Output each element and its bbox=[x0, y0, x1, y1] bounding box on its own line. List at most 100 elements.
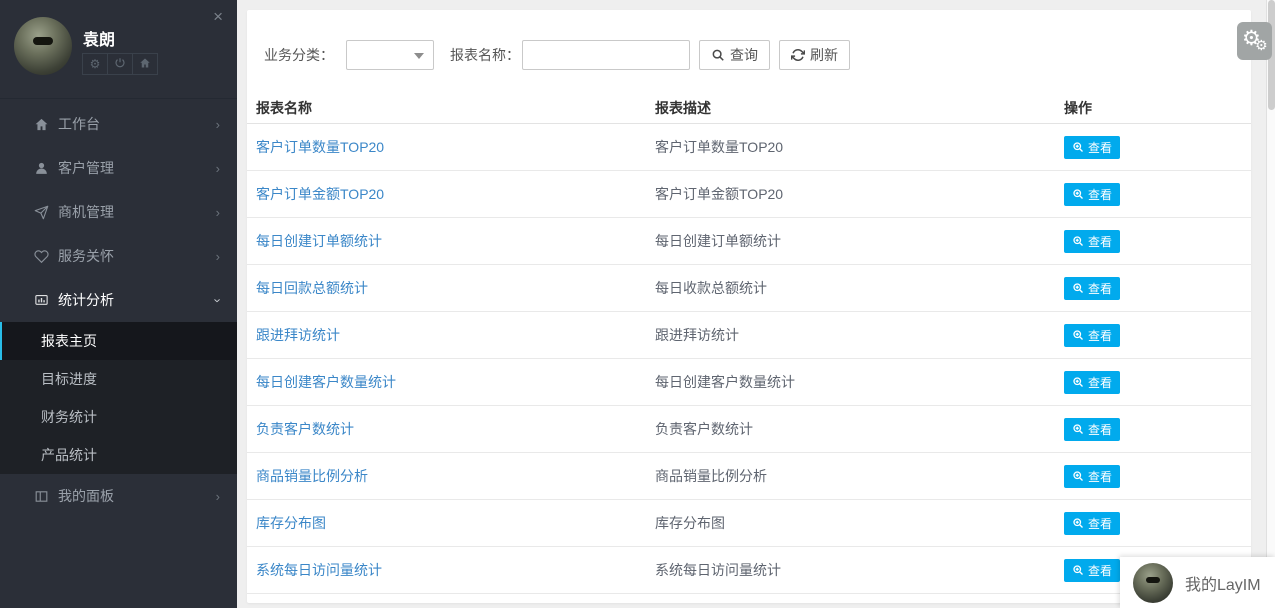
report-link[interactable]: 跟进拜访统计 bbox=[256, 325, 655, 345]
view-button[interactable]: 查看 bbox=[1064, 324, 1120, 347]
zoom-in-icon bbox=[1072, 141, 1084, 153]
gear-icon: ⚙ bbox=[90, 57, 101, 71]
chevron-right-icon: › bbox=[216, 249, 220, 264]
table-row: 负责客户数统计 负责客户数统计 查看 bbox=[247, 406, 1251, 453]
profile-button-group: ⚙ bbox=[83, 53, 158, 75]
view-button-label: 查看 bbox=[1088, 515, 1112, 532]
report-card: 业务分类： 报表名称： 查询 刷新 bbox=[247, 10, 1251, 603]
view-button[interactable]: 查看 bbox=[1064, 418, 1120, 441]
chevron-right-icon: › bbox=[216, 117, 220, 132]
table-row: 每日回款总额统计 每日收款总额统计 查看 bbox=[247, 265, 1251, 312]
sidebar-item-service-care[interactable]: 服务关怀 › bbox=[0, 234, 237, 278]
submenu-item-label: 目标进度 bbox=[41, 369, 97, 389]
view-button[interactable]: 查看 bbox=[1064, 512, 1120, 535]
user-name: 袁朗 bbox=[83, 26, 115, 50]
report-desc: 库存分布图 bbox=[655, 513, 1064, 533]
report-link[interactable]: 商品销量比例分析 bbox=[256, 466, 655, 486]
view-button[interactable]: 查看 bbox=[1064, 559, 1120, 582]
view-button-label: 查看 bbox=[1088, 327, 1112, 344]
table-header: 报表名称 报表描述 操作 bbox=[247, 92, 1251, 124]
report-desc: 每日收款总额统计 bbox=[655, 278, 1064, 298]
sidebar-item-my-panel[interactable]: 我的面板 › bbox=[0, 474, 237, 518]
sidebar-item-opportunities[interactable]: 商机管理 › bbox=[0, 190, 237, 234]
report-link[interactable]: 库存分布图 bbox=[256, 513, 655, 533]
view-button-label: 查看 bbox=[1088, 233, 1112, 250]
view-button-label: 查看 bbox=[1088, 562, 1112, 579]
submenu-item-label: 产品统计 bbox=[41, 445, 97, 465]
chevron-right-icon: › bbox=[216, 205, 220, 220]
zoom-in-icon bbox=[1072, 564, 1084, 576]
report-link[interactable]: 客户订单金额TOP20 bbox=[256, 184, 655, 204]
send-icon bbox=[33, 204, 50, 221]
sidebar-item-label: 统计分析 bbox=[58, 290, 114, 310]
table-row: 库存分布图 库存分布图 查看 bbox=[247, 500, 1251, 547]
query-button-label: 查询 bbox=[730, 45, 758, 65]
zoom-in-icon bbox=[1072, 517, 1084, 529]
report-desc: 每日创建订单额统计 bbox=[655, 231, 1064, 251]
logout-button[interactable] bbox=[107, 53, 133, 75]
panel-icon bbox=[33, 488, 50, 505]
report-link[interactable]: 系统每日访问量统计 bbox=[256, 560, 655, 580]
layim-label: 我的LayIM bbox=[1185, 571, 1261, 595]
report-name-label: 报表名称： bbox=[450, 45, 520, 65]
report-link[interactable]: 负责客户数统计 bbox=[256, 419, 655, 439]
sidebar-item-finance-stats[interactable]: 财务统计 bbox=[0, 398, 237, 436]
table-row: 跟进拜访统计 跟进拜访统计 查看 bbox=[247, 312, 1251, 359]
submenu-item-label: 报表主页 bbox=[41, 331, 97, 351]
sidebar-item-label: 服务关怀 bbox=[58, 246, 114, 266]
report-link[interactable]: 客户订单数量TOP20 bbox=[256, 137, 655, 157]
report-name-input[interactable] bbox=[522, 40, 690, 70]
chevron-down-icon bbox=[414, 53, 424, 59]
sidebar-item-customers[interactable]: 客户管理 › bbox=[0, 146, 237, 190]
column-header-name: 报表名称 bbox=[256, 98, 655, 118]
zoom-in-icon bbox=[1072, 470, 1084, 482]
sidebar-item-statistics[interactable]: 统计分析 › bbox=[0, 278, 237, 322]
report-link[interactable]: 每日创建订单额统计 bbox=[256, 231, 655, 251]
view-button[interactable]: 查看 bbox=[1064, 136, 1120, 159]
view-button[interactable]: 查看 bbox=[1064, 465, 1120, 488]
home-button[interactable] bbox=[132, 53, 158, 75]
refresh-icon bbox=[791, 48, 805, 62]
category-select[interactable] bbox=[346, 40, 434, 70]
view-button-label: 查看 bbox=[1088, 186, 1112, 203]
power-icon bbox=[114, 57, 126, 72]
sidebar-menu: 工作台 › 客户管理 › 商机管理 › bbox=[0, 99, 237, 518]
view-button-label: 查看 bbox=[1088, 139, 1112, 156]
chevron-right-icon: › bbox=[216, 161, 220, 176]
view-button[interactable]: 查看 bbox=[1064, 371, 1120, 394]
table-row: 商品销量比例分析 商品销量比例分析 查看 bbox=[247, 453, 1251, 500]
page-scrollbar[interactable] bbox=[1266, 0, 1275, 608]
quick-settings-button[interactable]: ⚙ ⚙ bbox=[1237, 22, 1272, 60]
sidebar-item-workbench[interactable]: 工作台 › bbox=[0, 102, 237, 146]
app-window: × 袁朗 ⚙ bbox=[0, 0, 1275, 608]
table-row: 每日创建订单额统计 每日创建订单额统计 查看 bbox=[247, 218, 1251, 265]
report-link[interactable]: 每日回款总额统计 bbox=[256, 278, 655, 298]
zoom-in-icon bbox=[1072, 423, 1084, 435]
report-desc: 客户订单金额TOP20 bbox=[655, 184, 1064, 204]
view-button[interactable]: 查看 bbox=[1064, 183, 1120, 206]
report-desc: 系统每日访问量统计 bbox=[655, 560, 1064, 580]
sidebar-item-product-stats[interactable]: 产品统计 bbox=[0, 436, 237, 474]
chevron-down-icon: › bbox=[210, 298, 225, 302]
settings-button[interactable]: ⚙ bbox=[82, 53, 108, 75]
sidebar-item-report-home[interactable]: 报表主页 bbox=[0, 322, 237, 360]
layim-widget[interactable]: 我的LayIM bbox=[1120, 557, 1275, 608]
view-button[interactable]: 查看 bbox=[1064, 277, 1120, 300]
view-button[interactable]: 查看 bbox=[1064, 230, 1120, 253]
heart-icon bbox=[33, 248, 50, 265]
search-toolbar: 业务分类： 报表名称： 查询 刷新 bbox=[247, 10, 1251, 70]
chevron-right-icon: › bbox=[216, 489, 220, 504]
table-row: 客户订单数量TOP20 客户订单数量TOP20 查看 bbox=[247, 124, 1251, 171]
refresh-button[interactable]: 刷新 bbox=[779, 40, 850, 70]
user-icon bbox=[33, 160, 50, 177]
view-button-label: 查看 bbox=[1088, 421, 1112, 438]
statistics-submenu: 报表主页 目标进度 财务统计 产品统计 bbox=[0, 322, 237, 474]
column-header-desc: 报表描述 bbox=[655, 98, 1064, 118]
query-button[interactable]: 查询 bbox=[699, 40, 770, 70]
layim-avatar bbox=[1133, 563, 1173, 603]
user-avatar[interactable] bbox=[14, 17, 72, 75]
report-link[interactable]: 每日创建客户数量统计 bbox=[256, 372, 655, 392]
sidebar-item-target-progress[interactable]: 目标进度 bbox=[0, 360, 237, 398]
category-label: 业务分类： bbox=[264, 45, 334, 65]
zoom-in-icon bbox=[1072, 329, 1084, 341]
